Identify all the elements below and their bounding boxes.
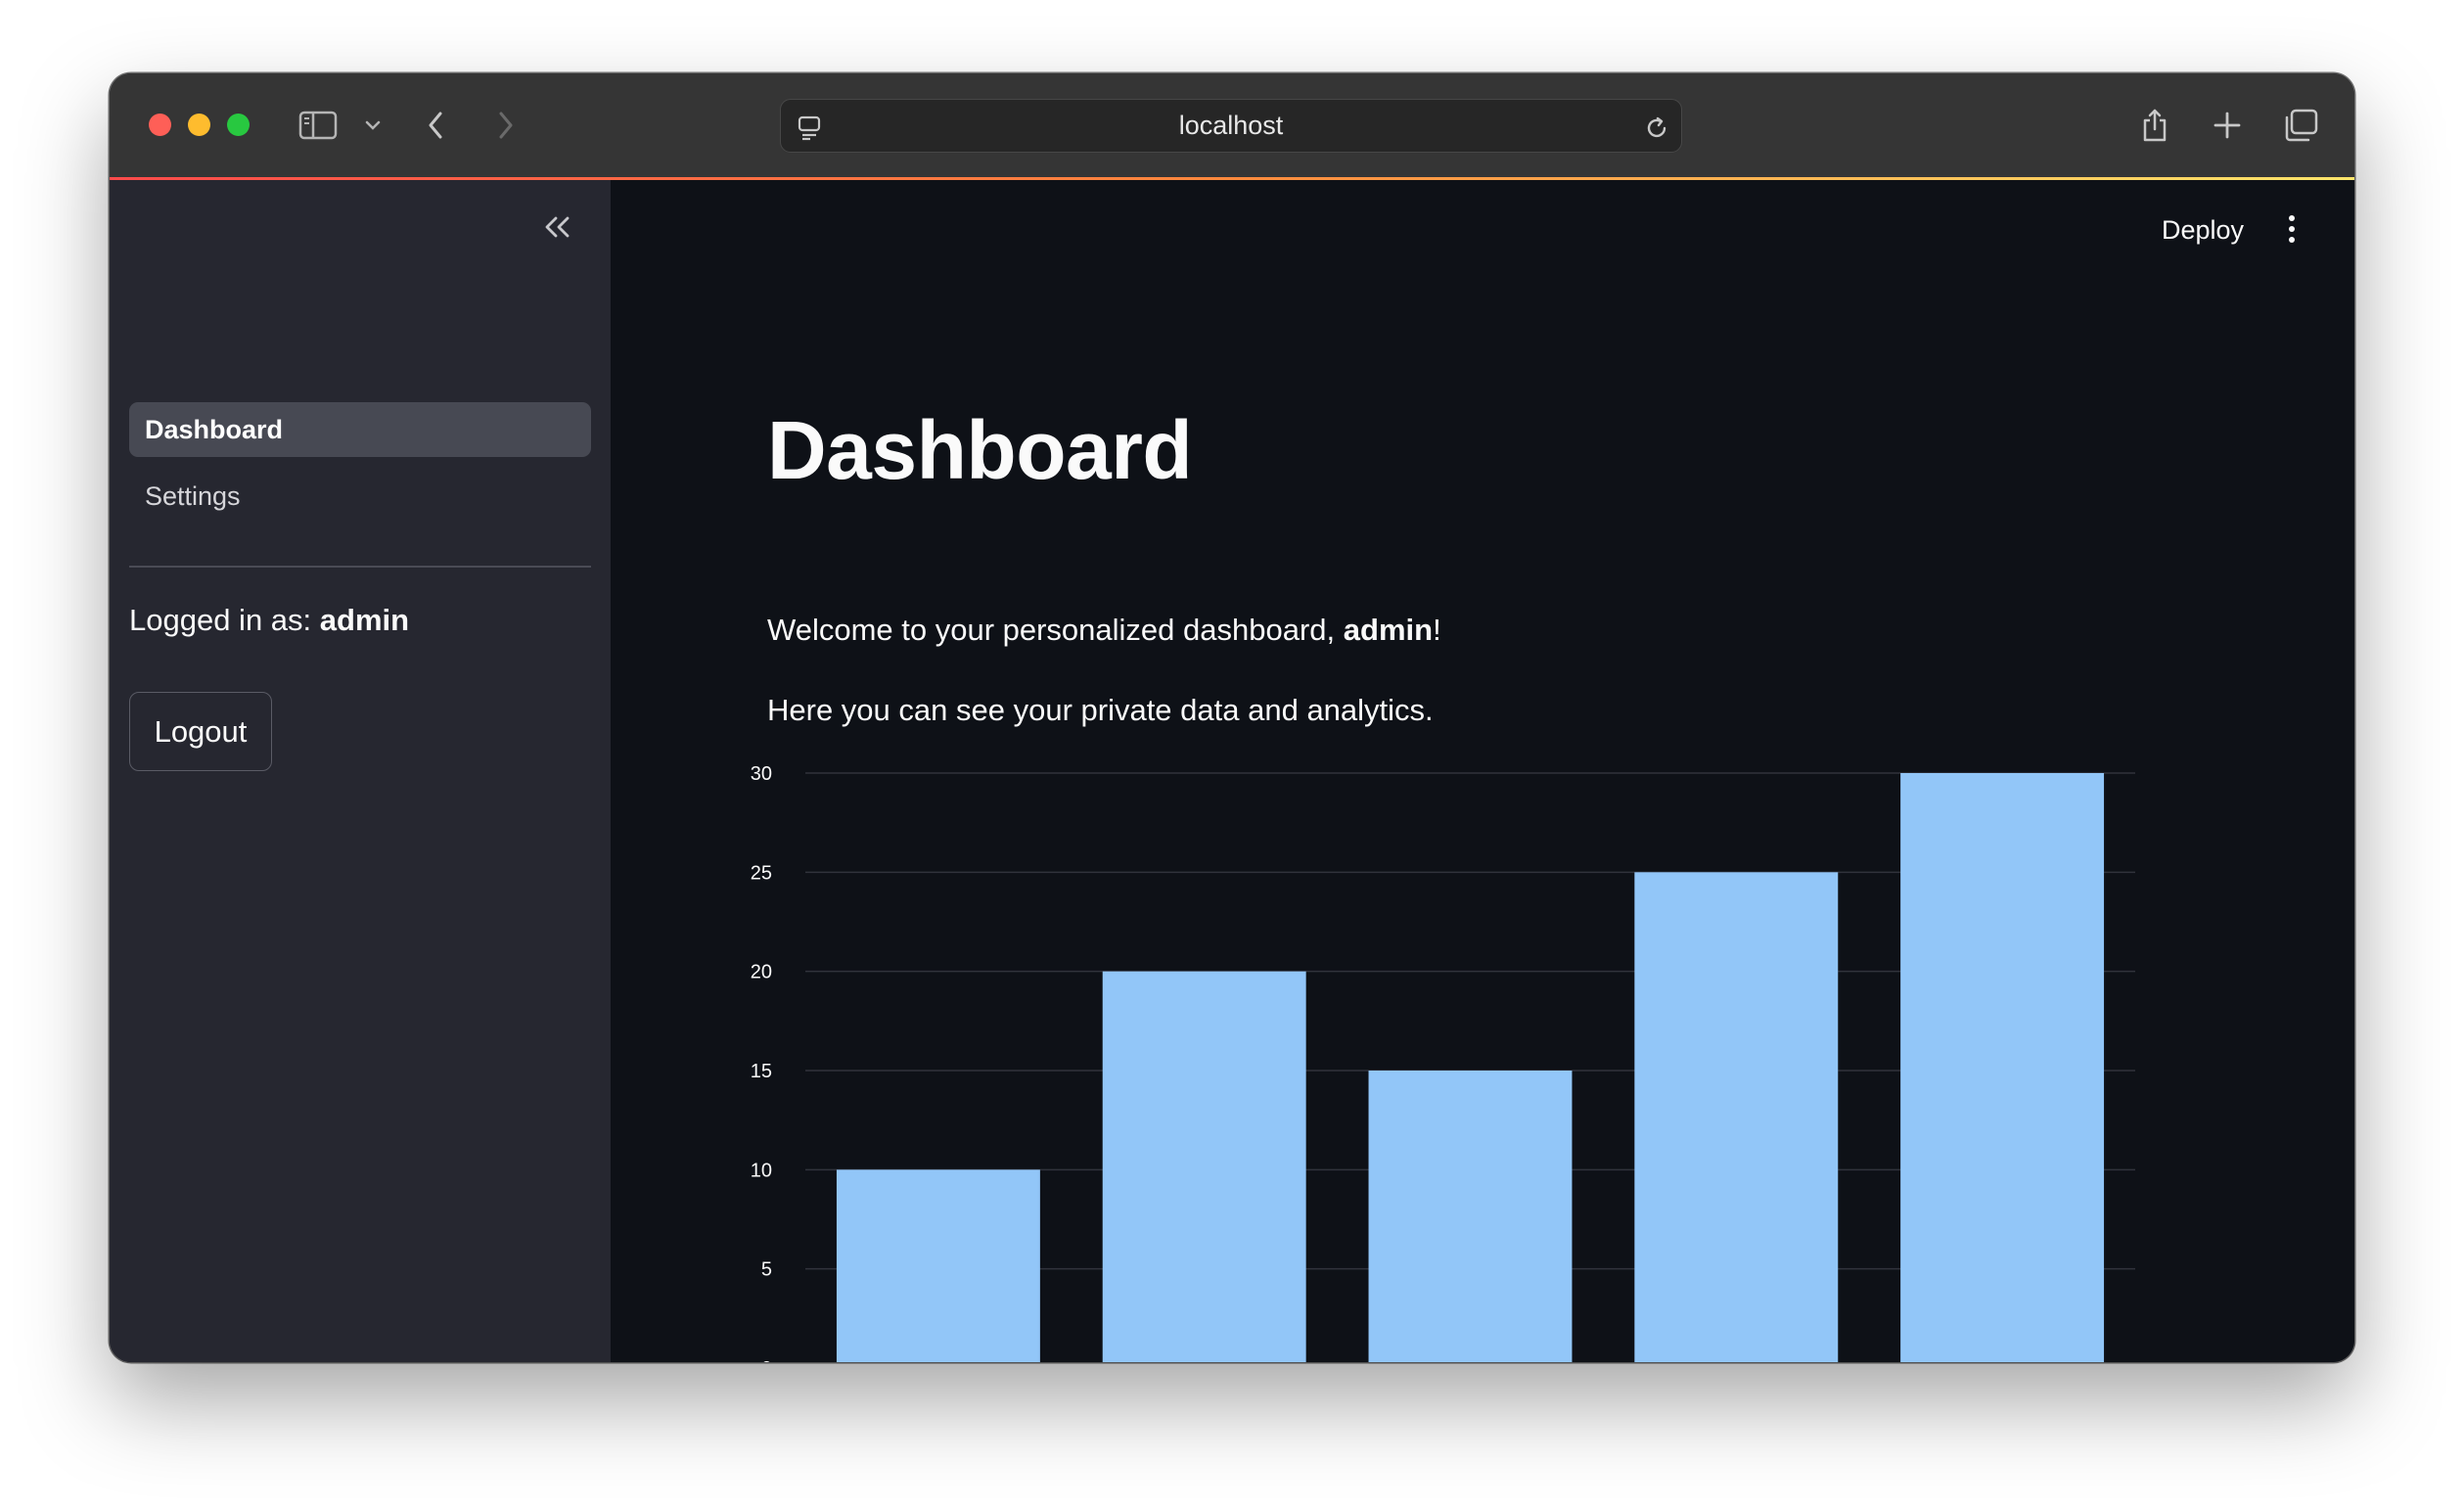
bar-chart-svg: 051015202530ABCDE — [751, 763, 2135, 1362]
page-title: Dashboard — [767, 404, 1193, 496]
y-tick-label: 10 — [751, 1160, 772, 1181]
welcome-prefix: Welcome to your personalized dashboard, — [767, 613, 1344, 647]
y-tick-label: 15 — [751, 1061, 772, 1082]
reload-icon[interactable] — [1642, 108, 1671, 149]
welcome-suffix: ! — [1433, 613, 1441, 647]
maximize-window-button[interactable] — [227, 114, 250, 136]
bar-b[interactable] — [1102, 971, 1306, 1362]
main-menu-icon[interactable] — [2282, 209, 2302, 249]
bar-e[interactable] — [1900, 773, 2105, 1362]
y-tick-label: 25 — [751, 862, 772, 884]
logged-in-status: Logged in as: admin — [129, 603, 409, 638]
sidebar: Dashboard Settings Logged in as: admin L… — [110, 180, 611, 1362]
new-tab-icon[interactable] — [2208, 105, 2247, 146]
main-content: Deploy Dashboard Welcome to your persona… — [611, 180, 2354, 1362]
logged-in-username: admin — [319, 603, 410, 637]
chart-plot-group: 051015202530ABCDE — [751, 763, 2135, 1362]
url-text[interactable]: localhost — [781, 100, 1681, 152]
back-arrow-icon[interactable] — [421, 105, 450, 146]
browser-window: localhost Dashboard Settings Logged in a… — [110, 73, 2354, 1362]
sidebar-divider — [129, 566, 591, 568]
bar-d[interactable] — [1634, 872, 1839, 1362]
sidebar-toggle-icon[interactable] — [297, 105, 339, 146]
y-tick-label: 20 — [751, 962, 772, 983]
y-tick-label: 30 — [751, 763, 772, 785]
address-bar[interactable]: localhost — [780, 99, 1682, 153]
minimize-window-button[interactable] — [188, 114, 210, 136]
collapse-sidebar-icon[interactable] — [540, 209, 575, 245]
share-icon[interactable] — [2135, 105, 2174, 146]
browser-titlebar: localhost — [110, 73, 2354, 177]
tab-overview-icon[interactable] — [2280, 105, 2321, 146]
close-window-button[interactable] — [149, 114, 171, 136]
logout-button[interactable]: Logout — [129, 692, 272, 771]
sidebar-item-label: Dashboard — [145, 414, 284, 444]
y-tick-label: 5 — [761, 1259, 772, 1281]
sidebar-item-settings[interactable]: Settings — [129, 469, 591, 524]
welcome-username: admin — [1343, 613, 1434, 647]
deploy-button[interactable]: Deploy — [2162, 215, 2244, 246]
description-text: Here you can see your private data and a… — [767, 693, 1434, 727]
bar-c[interactable] — [1368, 1071, 1573, 1362]
chevron-down-icon[interactable] — [362, 105, 384, 146]
forward-arrow-icon[interactable] — [491, 105, 521, 146]
y-tick-label: 0 — [761, 1358, 772, 1362]
bar-a[interactable] — [836, 1169, 1040, 1362]
sidebar-item-dashboard[interactable]: Dashboard — [129, 402, 591, 457]
sidebar-item-label: Settings — [145, 480, 241, 511]
logged-in-label: Logged in as: — [129, 603, 320, 637]
welcome-text: Welcome to your personalized dashboard, … — [767, 613, 1441, 648]
bar-chart: 051015202530ABCDE — [748, 758, 2137, 1362]
